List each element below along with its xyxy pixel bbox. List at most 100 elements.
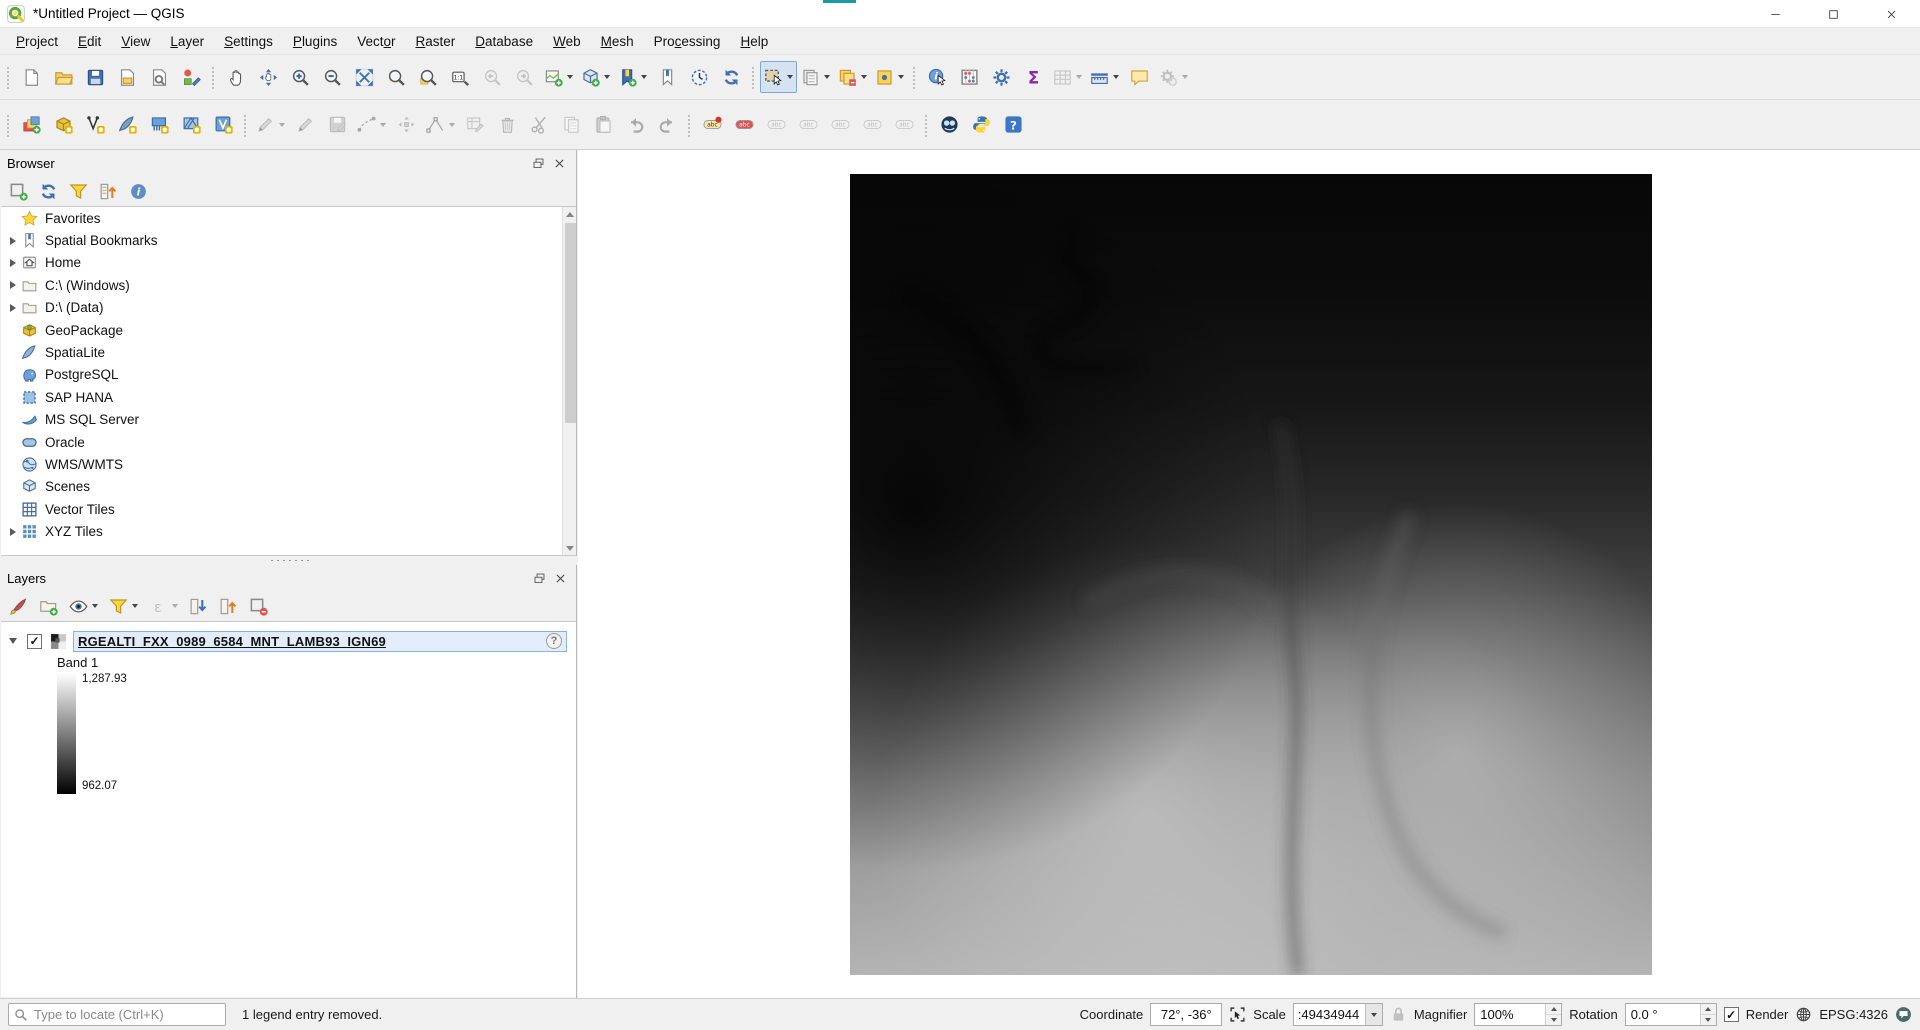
python-console-button[interactable]	[965, 109, 997, 141]
menu-view[interactable]: View	[111, 31, 160, 52]
map-tips-button[interactable]	[1123, 61, 1155, 93]
identify-features-button[interactable]: i	[921, 61, 953, 93]
change-label-button[interactable]: abc	[888, 109, 920, 141]
expand-chevron-icon[interactable]	[5, 528, 21, 536]
expand-chevron-icon[interactable]	[5, 259, 21, 267]
panel-splitter[interactable]	[0, 556, 577, 565]
browser-float-button[interactable]	[529, 154, 548, 173]
browser-item-d-data[interactable]: D:\ (Data)	[1, 297, 576, 319]
rotate-label-button[interactable]: abc	[856, 109, 888, 141]
browser-item-spatial-bookmarks[interactable]: Spatial Bookmarks	[1, 229, 576, 251]
redo-button[interactable]	[651, 109, 683, 141]
modify-attributes-button[interactable]	[459, 109, 491, 141]
browser-item-xyz-tiles[interactable]: XYZ Tiles	[1, 520, 576, 542]
add-selected-layers-button[interactable]	[5, 178, 32, 204]
new-map-view-button[interactable]	[540, 61, 577, 93]
cut-features-button[interactable]	[523, 109, 555, 141]
zoom-next-button[interactable]	[508, 61, 540, 93]
chevron-down-icon[interactable]	[604, 75, 610, 79]
browser-item-vector-tiles[interactable]: Vector Tiles	[1, 498, 576, 520]
zoom-native-resolution-button[interactable]: 1:1	[444, 61, 476, 93]
vertex-tool-button[interactable]	[422, 109, 459, 141]
layer-crs-indicator[interactable]: ?	[546, 633, 562, 649]
chevron-down-icon[interactable]	[449, 123, 455, 127]
spinner-arrows[interactable]	[1545, 1004, 1561, 1025]
menu-raster[interactable]: Raster	[406, 31, 466, 52]
zoom-to-layer-button[interactable]	[412, 61, 444, 93]
filter-legend-button[interactable]	[105, 593, 142, 619]
collapse-all-layers-button[interactable]	[215, 593, 242, 619]
collapse-all-button[interactable]	[95, 178, 122, 204]
browser-item-scenes[interactable]: Scenes	[1, 476, 576, 498]
move-feature-button[interactable]	[390, 109, 422, 141]
new-temporary-scratch-layer-button[interactable]	[143, 109, 175, 141]
zoom-to-selection-button[interactable]	[380, 61, 412, 93]
toolbar-grip[interactable]	[686, 113, 692, 137]
layer-row[interactable]: ✓ RGEALTI_FXX_0989_6584_MNT_LAMB93_IGN69…	[1, 630, 576, 652]
scroll-down-icon[interactable]	[563, 541, 576, 555]
zoom-out-button[interactable]	[316, 61, 348, 93]
chevron-down-icon[interactable]	[172, 604, 178, 608]
chevron-down-icon[interactable]	[92, 604, 98, 608]
delete-selected-button[interactable]	[491, 109, 523, 141]
pan-to-selection-button[interactable]	[252, 61, 284, 93]
menu-edit[interactable]: Edit	[68, 31, 111, 52]
layer-diagram-options-button[interactable]: abc	[728, 109, 760, 141]
menu-layer[interactable]: Layer	[160, 31, 214, 52]
show-spatial-bookmarks-button[interactable]	[651, 61, 683, 93]
scale-combobox[interactable]: :49434944	[1293, 1003, 1383, 1026]
chevron-down-icon[interactable]	[824, 75, 830, 79]
toolbar-grip[interactable]	[242, 113, 248, 137]
refresh-map-button[interactable]	[715, 61, 747, 93]
crs-globe-icon[interactable]	[1795, 1006, 1812, 1023]
toolbar-grip[interactable]	[750, 65, 756, 89]
select-features-button[interactable]	[760, 61, 797, 93]
add-group-button[interactable]	[35, 593, 62, 619]
lock-scale-icon[interactable]	[1390, 1006, 1407, 1023]
locator-input[interactable]	[32, 1006, 220, 1023]
refresh-browser-button[interactable]	[35, 178, 62, 204]
expand-all-button[interactable]	[185, 593, 212, 619]
browser-item-home[interactable]: Home	[1, 252, 576, 274]
deselect-features-button[interactable]	[834, 61, 871, 93]
properties-widget-button[interactable]: i	[125, 178, 152, 204]
pan-map-button[interactable]	[220, 61, 252, 93]
browser-item-c-windows[interactable]: C:\ (Windows)	[1, 274, 576, 296]
search-settings-button[interactable]	[1155, 61, 1192, 93]
locator-search[interactable]	[8, 1003, 226, 1026]
chevron-down-icon[interactable]	[898, 75, 904, 79]
move-label-button[interactable]: abc	[824, 109, 856, 141]
new-shapefile-layer-button[interactable]	[79, 109, 111, 141]
show-statistics-button[interactable]: Σ	[1017, 61, 1049, 93]
menu-mesh[interactable]: Mesh	[591, 31, 644, 52]
filter-by-expression-button[interactable]: ε	[145, 593, 182, 619]
chevron-down-icon[interactable]	[641, 75, 647, 79]
layers-float-button[interactable]	[530, 569, 549, 588]
menu-project[interactable]: Project	[6, 31, 68, 52]
menu-vector[interactable]: Vector	[347, 31, 405, 52]
temporal-controller-button[interactable]	[683, 61, 715, 93]
new-spatial-bookmark-button[interactable]	[614, 61, 651, 93]
save-project-button[interactable]	[79, 61, 111, 93]
scrollbar-thumb[interactable]	[565, 223, 576, 423]
browser-item-sap-hana[interactable]: SAP HANA	[1, 386, 576, 408]
menu-settings[interactable]: Settings	[214, 31, 283, 52]
browser-item-postgresql[interactable]: PostgreSQL	[1, 364, 576, 386]
menu-help[interactable]: Help	[730, 31, 778, 52]
browser-item-favorites[interactable]: Favorites	[1, 207, 576, 229]
statistical-summary-button[interactable]	[953, 61, 985, 93]
open-attribute-table-button[interactable]	[1049, 61, 1086, 93]
browser-item-oracle[interactable]: Oracle	[1, 431, 576, 453]
maximize-button[interactable]	[1804, 0, 1862, 28]
new-project-button[interactable]	[15, 61, 47, 93]
minimize-button[interactable]	[1746, 0, 1804, 28]
zoom-in-button[interactable]	[284, 61, 316, 93]
select-features-by-value-button[interactable]	[797, 61, 834, 93]
rotation-spinbox[interactable]: 0.0 °	[1625, 1003, 1717, 1026]
browser-item-ms-sql-server[interactable]: MS SQL Server	[1, 409, 576, 431]
chevron-down-icon[interactable]	[1365, 1004, 1382, 1025]
toolbar-grip[interactable]	[210, 65, 216, 89]
extents-pointer-icon[interactable]	[1229, 1006, 1246, 1023]
expand-chevron-icon[interactable]	[5, 281, 21, 289]
chevron-down-icon[interactable]	[279, 123, 285, 127]
